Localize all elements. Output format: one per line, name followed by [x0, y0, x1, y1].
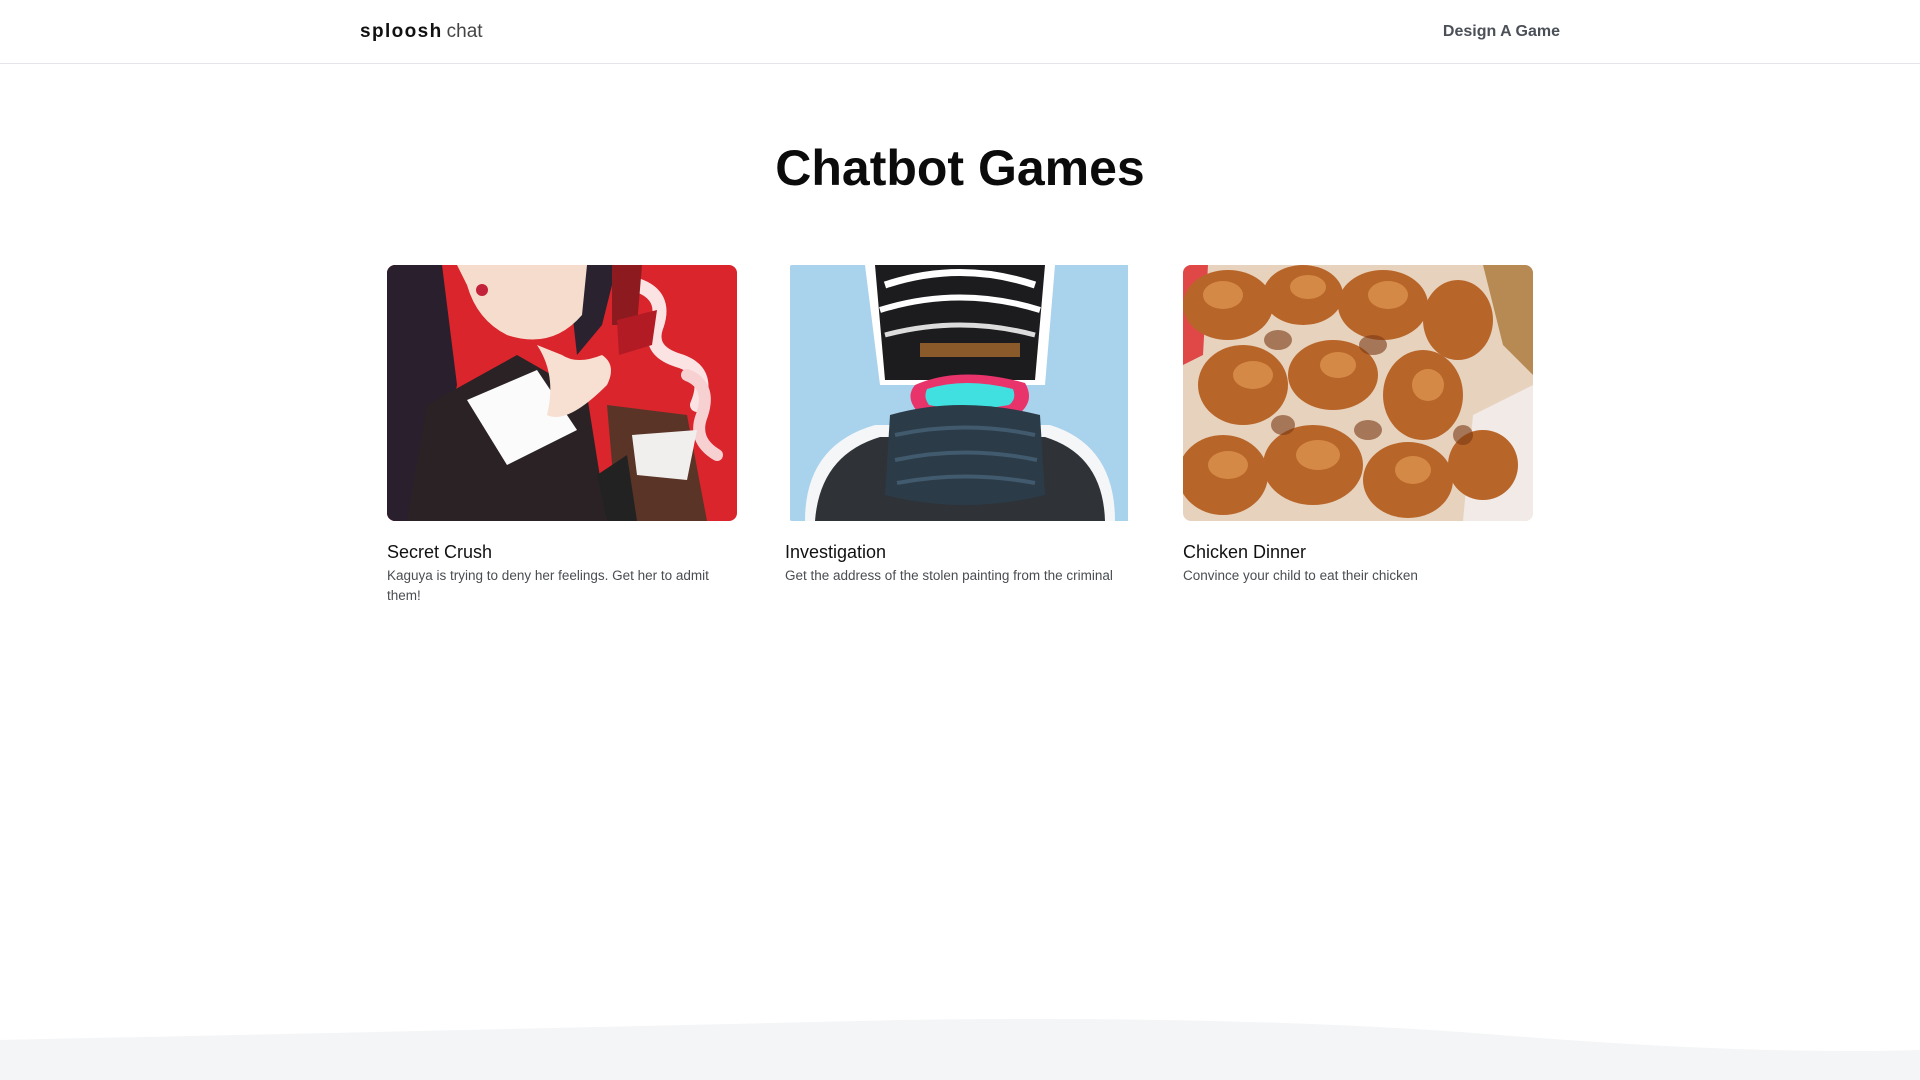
game-card-investigation[interactable]: Investigation Get the address of the sto… — [785, 265, 1135, 586]
top-navbar: sploosh chat Design A Game — [0, 0, 1920, 64]
game-card-description: Get the address of the stolen painting f… — [785, 568, 1113, 583]
masked-criminal-illustration — [785, 265, 1135, 521]
design-a-game-link[interactable]: Design A Game — [1443, 20, 1560, 44]
brand-name-bold: sploosh — [360, 21, 443, 42]
game-card-title: Secret Crush — [387, 542, 493, 562]
game-card-title: Chicken Dinner — [1183, 542, 1307, 562]
page-title: Chatbot Games — [775, 140, 1145, 196]
fried-chicken-photo — [1183, 265, 1533, 521]
brand-logo[interactable]: sploosh chat — [360, 20, 483, 44]
game-card-description: Convince your child to eat their chicken — [1183, 568, 1418, 583]
game-card-secret-crush[interactable]: Secret Crush Kaguya is trying to deny he… — [387, 265, 737, 606]
game-card-image[interactable] — [1183, 265, 1533, 521]
brand-name-light: chat — [446, 21, 483, 42]
game-card-description: Kaguya is trying to deny her feelings. G… — [387, 568, 709, 603]
footer-wave — [0, 1019, 1920, 1080]
game-card-chicken-dinner[interactable]: Chicken Dinner Convince your child to ea… — [1183, 265, 1533, 586]
game-card-image[interactable] — [785, 265, 1135, 521]
game-card-title: Investigation — [785, 542, 887, 562]
anime-girl-illustration — [387, 265, 737, 521]
game-card-image[interactable] — [387, 265, 737, 521]
